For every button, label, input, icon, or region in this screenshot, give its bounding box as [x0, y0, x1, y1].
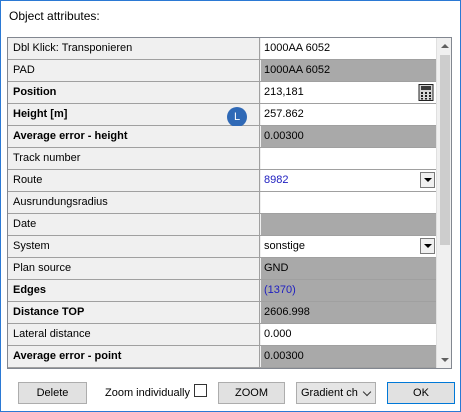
attribute-row: Route 8982	[8, 170, 436, 192]
scroll-up-arrow-icon[interactable]	[437, 38, 451, 54]
zoom-individually-label: Zoom individually	[105, 387, 190, 399]
attribute-label: PAD	[8, 60, 260, 81]
ok-button[interactable]: OK	[387, 382, 455, 404]
scroll-down-arrow-icon[interactable]	[437, 352, 451, 368]
attribute-row: Distance TOP 2606.998	[8, 302, 436, 324]
attribute-value	[261, 214, 436, 235]
attribute-value[interactable]: 8982	[261, 170, 436, 191]
attribute-label: Dbl Klick: Transponieren	[8, 38, 260, 59]
chevron-down-icon[interactable]	[420, 238, 435, 254]
attribute-label: Plan source	[8, 258, 260, 279]
chevron-down-icon	[362, 387, 372, 397]
attribute-value[interactable]: 1000AA 6052	[261, 38, 436, 59]
attribute-value: GND	[261, 258, 436, 279]
delete-button[interactable]: Delete	[18, 382, 87, 404]
gradient-select[interactable]: Gradient ch	[296, 382, 376, 404]
attribute-row: Plan source GND	[8, 258, 436, 280]
attribute-value-text: 1000AA 6052	[264, 64, 331, 76]
attribute-row: Edges (1370)	[8, 280, 436, 302]
attribute-label: Lateral distance	[8, 324, 260, 345]
gradient-select-value: Gradient ch	[301, 387, 358, 399]
attribute-value: 0.00300	[261, 346, 436, 367]
attribute-value-text: 1000AA 6052	[264, 42, 331, 54]
attribute-row: Average error - point 0.00300	[8, 346, 436, 368]
attribute-value[interactable]: 0.000	[261, 324, 436, 345]
attribute-value: (1370)	[261, 280, 436, 301]
attributes-rows: Dbl Klick: Transponieren 1000AA 6052 PAD 10…	[8, 38, 436, 368]
attribute-row: Position 213,181	[8, 82, 436, 104]
attribute-value[interactable]	[261, 148, 436, 169]
scrollbar-thumb[interactable]	[440, 55, 450, 245]
attribute-value-text: (1370)	[264, 284, 296, 296]
attribute-label: Edges	[8, 280, 260, 301]
attribute-value[interactable]: 213,181	[261, 82, 436, 103]
attribute-value[interactable]	[261, 192, 436, 213]
attribute-value-text: 213,181	[264, 86, 304, 98]
attribute-row: Date	[8, 214, 436, 236]
chevron-down-icon[interactable]	[420, 172, 435, 188]
vertical-scrollbar[interactable]	[436, 38, 451, 368]
attribute-value[interactable]: sonstige	[261, 236, 436, 257]
attribute-label: Average error - height	[8, 126, 260, 147]
attribute-row: Track number	[8, 148, 436, 170]
attribute-value[interactable]: 257.862	[261, 104, 436, 125]
attribute-value-text: 0.00300	[264, 350, 304, 362]
attribute-value-text: GND	[264, 262, 289, 274]
attribute-row: Ausrundungsradius	[8, 192, 436, 214]
calculator-icon[interactable]	[418, 84, 434, 101]
attribute-label: Track number	[8, 148, 260, 169]
attribute-label: Position	[8, 82, 260, 103]
attribute-label: Distance TOP	[8, 302, 260, 323]
attribute-row: PAD 1000AA 6052	[8, 60, 436, 82]
attribute-label: Route	[8, 170, 260, 191]
attribute-row: System sonstige	[8, 236, 436, 258]
user-badge: L	[227, 107, 247, 127]
attribute-label: Height [m]	[8, 104, 260, 125]
attribute-value-text: 2606.998	[264, 306, 310, 318]
attribute-row: Dbl Klick: Transponieren 1000AA 6052	[8, 38, 436, 60]
attribute-value-text: 0.000	[264, 328, 292, 340]
attribute-value-text: 8982	[264, 174, 289, 186]
dialog-title: Object attributes:	[9, 9, 100, 23]
attribute-label: Date	[8, 214, 260, 235]
attributes-grid: Dbl Klick: Transponieren 1000AA 6052 PAD 10…	[7, 37, 452, 369]
attribute-value: 0.00300	[261, 126, 436, 147]
attribute-value-text: 257.862	[264, 108, 304, 120]
attribute-value-text: 0.00300	[264, 130, 304, 142]
attribute-row: Height [m] 257.862 L	[8, 104, 436, 127]
attribute-label: System	[8, 236, 260, 257]
attribute-value-text: sonstige	[264, 240, 305, 252]
attribute-label: Ausrundungsradius	[8, 192, 260, 213]
attribute-label: Average error - point	[8, 346, 260, 367]
zoom-individually-checkbox[interactable]	[194, 384, 207, 397]
attribute-row: Lateral distance 0.000	[8, 324, 436, 346]
attribute-value: 1000AA 6052	[261, 60, 436, 81]
attribute-value: 2606.998	[261, 302, 436, 323]
attribute-row: Average error - height 0.00300	[8, 126, 436, 148]
zoom-button[interactable]: ZOOM	[218, 382, 285, 404]
object-attributes-dialog: Object attributes: Dbl Klick: Transponie…	[0, 0, 461, 412]
